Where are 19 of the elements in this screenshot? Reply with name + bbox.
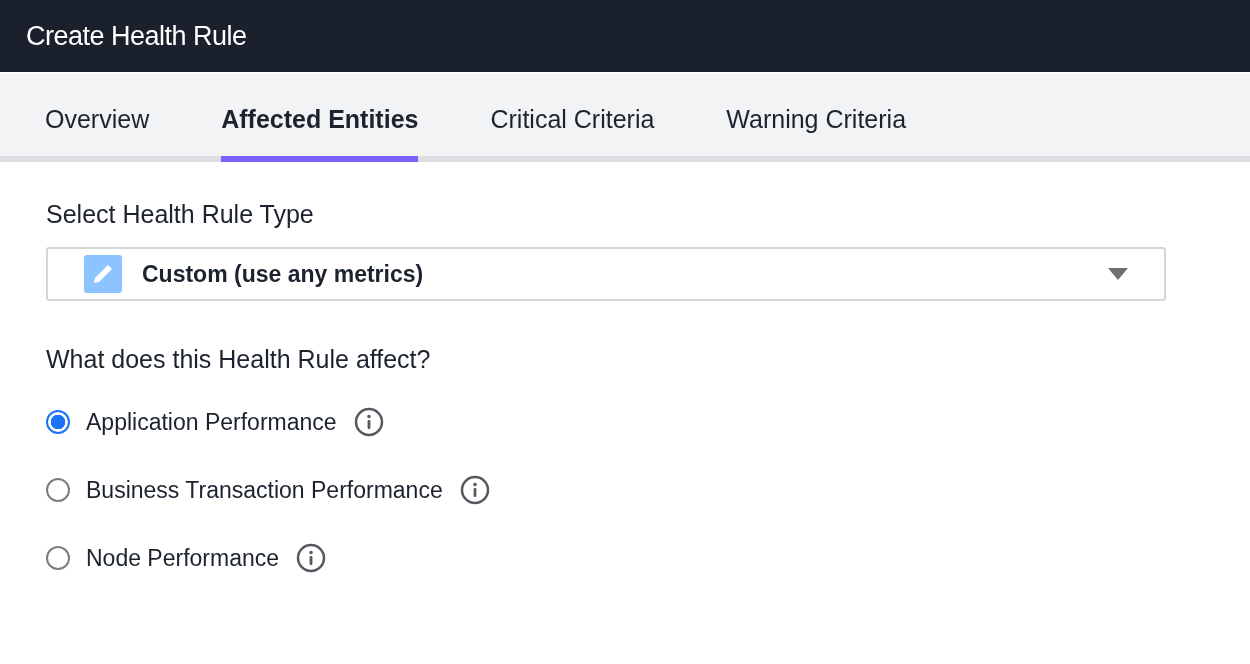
tab[interactable]: Warning Criteria [726, 105, 907, 162]
question-label: What does this Health Rule affect? [46, 345, 432, 374]
pencil-icon [84, 255, 122, 293]
option-label: Application Performance [86, 408, 337, 436]
rule-type-dropdown[interactable]: Custom (use any metrics) [46, 247, 1166, 301]
option-label: Node Performance [86, 544, 280, 572]
field-label: Select Health Rule Type [46, 200, 315, 229]
radio-button[interactable] [46, 410, 70, 434]
tab[interactable]: Overview [45, 105, 150, 162]
info-icon[interactable] [353, 407, 384, 437]
radio-button[interactable] [46, 546, 70, 570]
tab[interactable]: Critical Criteria [490, 105, 655, 162]
info-icon[interactable] [459, 475, 490, 505]
tab[interactable]: Affected Entities [221, 105, 419, 162]
window-title: Create Health Rule [26, 20, 247, 52]
caret-icon [1108, 268, 1128, 280]
radio-button[interactable] [46, 478, 70, 502]
info-icon[interactable] [296, 543, 327, 573]
option-label: Business Transaction Performance [86, 476, 443, 504]
